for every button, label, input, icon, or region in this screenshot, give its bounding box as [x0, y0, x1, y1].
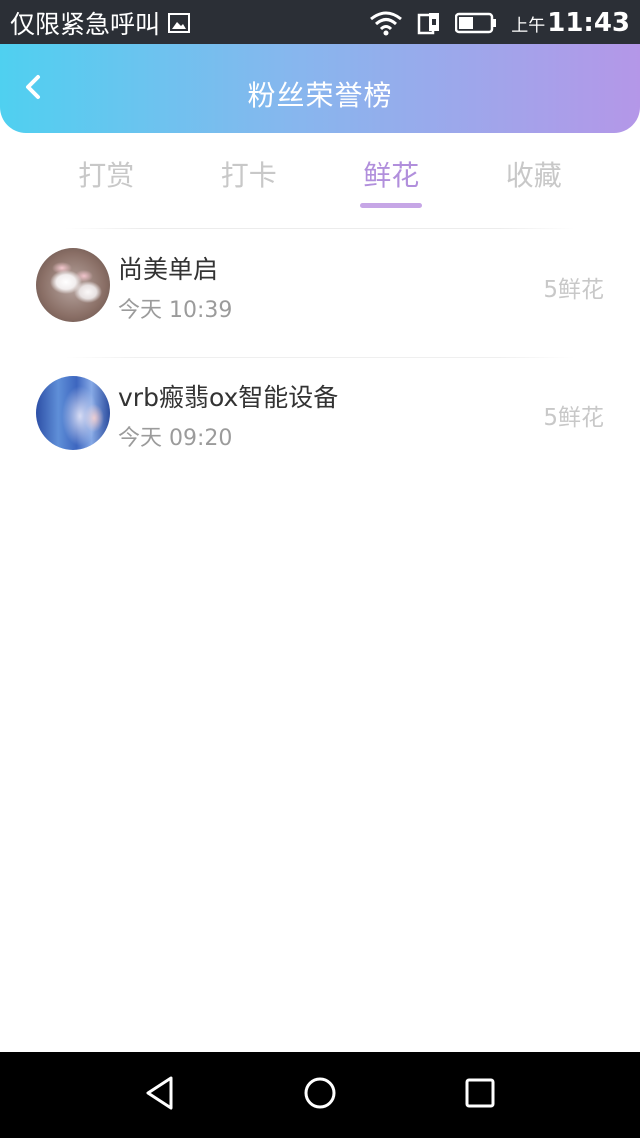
flower-count: 5鲜花	[543, 277, 604, 303]
status-right: 上午 11:43	[369, 8, 630, 38]
carrier-text: 仅限紧急呼叫	[10, 10, 161, 39]
list-item[interactable]: vrb瘢翡ox智能设备 今天 09:20 5鲜花	[0, 358, 640, 486]
screen: 仅限紧急呼叫 上午 11:43 粉丝荣誉榜 打赏 打卡 鲜花 收藏 尚美单启 今…	[0, 0, 640, 1138]
back-triangle-icon	[143, 1075, 177, 1115]
gallery-icon	[168, 13, 191, 33]
tab-label: 鲜花	[363, 159, 420, 192]
recents-square-icon	[463, 1076, 497, 1114]
header: 粉丝荣誉榜	[0, 44, 640, 133]
fan-name: vrb瘢翡ox智能设备	[118, 383, 339, 412]
fan-name: 尚美单启	[118, 255, 219, 284]
fan-time: 今天 09:20	[118, 426, 233, 451]
nav-home-button[interactable]	[290, 1065, 350, 1125]
nav-back-button[interactable]	[130, 1065, 190, 1125]
clock-ampm: 上午	[511, 16, 546, 36]
list-item[interactable]: 尚美单启 今天 10:39 5鲜花	[0, 230, 640, 358]
tab-label: 打卡	[220, 159, 277, 192]
page-title: 粉丝荣誉榜	[247, 79, 393, 112]
tab-label: 收藏	[505, 159, 562, 192]
avatar[interactable]	[36, 248, 110, 322]
home-circle-icon	[302, 1075, 338, 1115]
wifi-icon	[369, 10, 403, 36]
fan-list: 尚美单启 今天 10:39 5鲜花 vrb瘢翡ox智能设备 今天 09:20 5…	[0, 230, 640, 486]
tab-label: 打赏	[78, 159, 135, 192]
tab-flowers[interactable]: 鲜花	[320, 140, 463, 210]
tab-reward[interactable]: 打赏	[35, 140, 178, 210]
fan-time: 今天 10:39	[118, 298, 233, 323]
status-left: 仅限紧急呼叫	[10, 5, 191, 41]
tab-checkin[interactable]: 打卡	[178, 140, 321, 210]
status-bar: 仅限紧急呼叫 上午 11:43	[0, 0, 640, 46]
flower-count: 5鲜花	[543, 405, 604, 431]
clock: 上午 11:43	[511, 8, 630, 38]
sim-icon	[417, 11, 441, 35]
active-tab-indicator	[360, 203, 423, 208]
tab-favorites[interactable]: 收藏	[463, 140, 606, 210]
battery-icon	[455, 12, 497, 34]
system-nav-bar	[0, 1052, 640, 1138]
tab-bar: 打赏 打卡 鲜花 收藏	[35, 140, 605, 210]
nav-recents-button[interactable]	[450, 1065, 510, 1125]
divider	[65, 228, 575, 229]
clock-time: 11:43	[547, 8, 630, 38]
avatar[interactable]	[36, 376, 110, 450]
